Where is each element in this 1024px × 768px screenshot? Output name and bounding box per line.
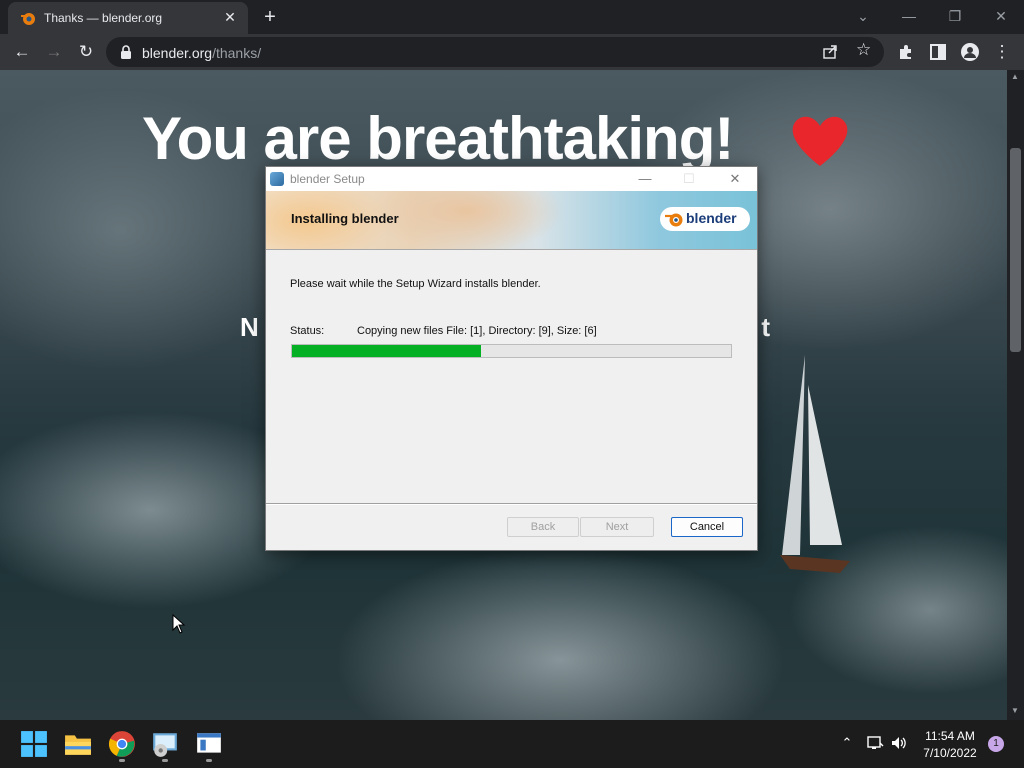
blender-favicon-icon [21,13,35,25]
lock-icon [121,45,131,59]
scroll-up-arrow-icon[interactable]: ▲ [1011,72,1019,81]
close-icon[interactable]: ✕ [987,4,1015,28]
chevron-up-icon[interactable]: ⌃ [838,734,856,752]
app-running-indicator [206,759,212,762]
taskbar: ⌃ 11:54 AM 7/10/2022 1 [0,720,1024,768]
progress-fill [292,345,481,357]
setup-dialog: blender Setup — ☐ ✕ Installing blender b… [265,166,758,551]
back-button: Back [507,517,579,537]
tab-title: Thanks — blender.org [44,11,163,25]
logo-text: blender [686,210,737,226]
kebab-menu-icon[interactable]: ⋮ [990,40,1014,64]
next-button: Next [580,517,654,537]
scroll-thumb[interactable] [1010,148,1021,352]
blender-logo: blender [660,207,750,231]
subline-right-fragment: t [761,312,770,342]
heart-icon [792,116,848,166]
url-path: /thanks/ [212,45,262,61]
network-icon[interactable] [866,734,884,752]
page-scrollbar[interactable]: ▲ ▼ [1007,70,1024,720]
side-panel-icon[interactable] [929,43,947,61]
restore-icon[interactable]: ❐ [941,4,969,28]
clock-date[interactable]: 7/10/2022 [906,746,994,760]
close-icon[interactable]: ✕ [222,9,238,25]
close-icon[interactable]: ✕ [720,169,750,189]
share-icon[interactable] [822,44,838,60]
sailboat-image [780,355,850,573]
browser-tab-strip: Thanks — blender.org ✕ + ⌄ — ❐ ✕ [0,0,1024,34]
mouse-cursor-icon [172,614,186,634]
cancel-button[interactable]: Cancel [671,517,743,537]
progress-bar [291,344,732,358]
forward-arrow-icon[interactable]: → [42,40,66,64]
status-label: Status: [290,325,325,337]
browser-toolbar: ← → ↻ blender.org/thanks/ ☆ ⋮ [0,34,1024,70]
installer-icon[interactable] [151,730,179,758]
dialog-titlebar[interactable]: blender Setup — ☐ ✕ [266,167,757,191]
file-explorer-icon[interactable] [64,730,92,758]
profile-avatar-icon[interactable] [960,42,980,62]
chevron-down-icon[interactable]: ⌄ [849,4,877,28]
blender-logo-icon [665,213,683,227]
banner-title: Installing blender [291,211,399,226]
reload-icon[interactable]: ↻ [74,40,98,64]
plus-icon[interactable]: + [259,6,281,28]
minimize-icon[interactable]: — [630,169,660,189]
status-value: Copying new files File: [1], Directory: … [357,325,597,337]
notification-badge[interactable]: 1 [988,736,1004,752]
dialog-separator [266,503,757,505]
subline-left-fragment: N [240,312,259,342]
bookmark-star-icon[interactable]: ☆ [856,40,871,60]
chrome-icon[interactable] [108,730,136,758]
extensions-puzzle-icon[interactable] [897,43,915,61]
minimize-icon[interactable]: — [895,4,923,28]
wait-message: Please wait while the Setup Wizard insta… [290,278,541,290]
page-headline: You are breathtaking! [142,105,734,172]
dialog-banner: Installing blender blender [266,191,757,250]
url-host: blender.org [142,45,213,61]
browser-tab[interactable]: Thanks — blender.org ✕ [8,2,248,34]
maximize-icon: ☐ [683,171,695,186]
app-running-indicator [119,759,125,762]
installer-app-icon [270,172,284,186]
address-bar[interactable]: blender.org/thanks/ ☆ [106,37,884,67]
clock-time[interactable]: 11:54 AM [906,729,994,743]
setup-window-icon[interactable] [195,730,223,758]
app-running-indicator [162,759,168,762]
dialog-title: blender Setup [290,172,365,186]
windows-start-icon[interactable] [20,730,48,758]
url-text: blender.org/thanks/ [142,45,261,61]
back-arrow-icon[interactable]: ← [10,40,34,64]
scroll-down-arrow-icon[interactable]: ▼ [1011,706,1019,715]
